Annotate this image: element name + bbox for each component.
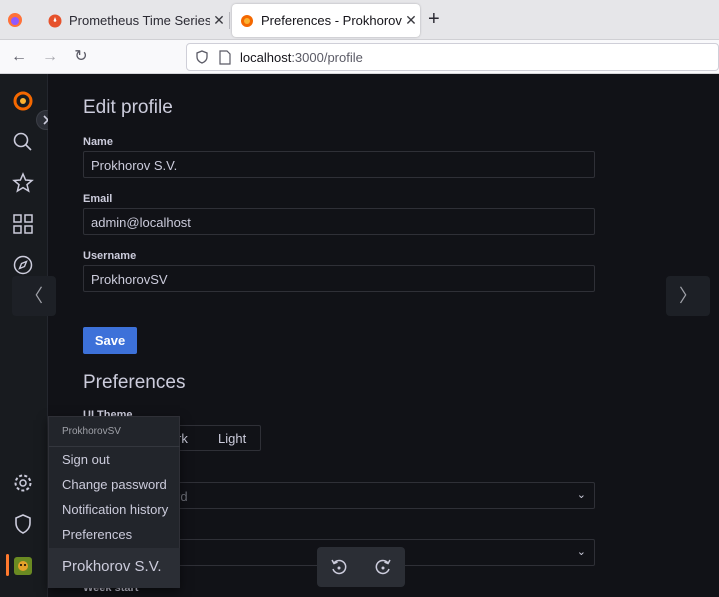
- close-tab-icon[interactable]: ✕: [210, 12, 228, 29]
- url-bar[interactable]: localhost:3000/profile: [186, 43, 719, 71]
- chevron-down-icon: ⌄: [576, 489, 586, 501]
- reload-button[interactable]: ↻: [71, 47, 91, 67]
- back-button[interactable]: ←: [9, 47, 29, 67]
- browser-tab-bar: Prometheus Time Series ✕ Preferences - P…: [0, 0, 719, 40]
- name-field[interactable]: Prokhorov S.V.: [83, 151, 595, 178]
- browser-nav-bar: ← → ↻ localhost:3000/profile: [0, 40, 719, 74]
- rotate-right-icon[interactable]: [373, 557, 393, 577]
- explore-compass-icon[interactable]: [12, 254, 36, 278]
- tab-title: Preferences - Prokhorov: [261, 13, 402, 28]
- grafana-sidebar: [0, 74, 48, 597]
- firefox-icon[interactable]: [7, 12, 23, 28]
- tab-preferences[interactable]: Preferences - Prokhorov ✕: [232, 4, 420, 37]
- menu-item-change-password[interactable]: Change password: [62, 477, 167, 492]
- menu-username: ProkhorovSV: [62, 426, 121, 437]
- name-label: Name: [83, 136, 113, 148]
- search-icon[interactable]: [12, 131, 36, 155]
- shield-admin-icon[interactable]: [12, 513, 36, 537]
- menu-item-preferences[interactable]: Preferences: [62, 527, 132, 542]
- active-indicator: [6, 554, 9, 576]
- chevron-down-icon: ⌄: [576, 546, 586, 558]
- shield-icon[interactable]: [195, 50, 209, 64]
- dashboards-icon[interactable]: [12, 213, 36, 237]
- email-field[interactable]: admin@localhost: [83, 208, 595, 235]
- next-arrow-button[interactable]: 〉: [666, 276, 710, 316]
- new-tab-button[interactable]: +: [428, 9, 440, 29]
- url-path: :3000/profile: [291, 50, 363, 65]
- grafana-logo-icon[interactable]: [12, 90, 36, 114]
- user-profile-menu: ProkhorovSV Sign out Change password Not…: [48, 416, 180, 588]
- theme-option-light[interactable]: Light: [218, 431, 246, 446]
- menu-item-notification-history[interactable]: Notification history: [62, 502, 168, 517]
- save-button[interactable]: Save: [83, 327, 137, 354]
- tab-prometheus[interactable]: Prometheus Time Series ✕: [40, 4, 228, 37]
- rotate-left-icon[interactable]: [329, 557, 349, 577]
- close-tab-icon[interactable]: ✕: [402, 12, 420, 29]
- username-field[interactable]: ProkhorovSV: [83, 265, 595, 292]
- menu-divider: [49, 446, 180, 447]
- menu-header-user[interactable]: Prokhorov S.V.: [49, 548, 180, 588]
- forward-button[interactable]: →: [40, 47, 60, 67]
- url-text[interactable]: localhost:3000/profile: [240, 50, 363, 65]
- star-icon[interactable]: [12, 172, 36, 196]
- edit-profile-title: Edit profile: [83, 97, 173, 118]
- email-label: Email: [83, 193, 113, 205]
- tab-separator: [229, 12, 230, 29]
- page-icon: [219, 50, 231, 65]
- tab-title: Prometheus Time Series: [69, 13, 210, 28]
- menu-display-name: Prokhorov S.V.: [62, 558, 162, 575]
- prometheus-icon: [48, 14, 62, 27]
- menu-item-sign-out[interactable]: Sign out: [62, 452, 110, 467]
- username-label: Username: [83, 250, 137, 262]
- gear-icon[interactable]: [12, 472, 36, 496]
- grafana-icon: [241, 14, 253, 27]
- floating-toolbar: [317, 547, 405, 587]
- preferences-title: Preferences: [83, 372, 186, 393]
- avatar[interactable]: [12, 555, 36, 579]
- url-host: localhost: [240, 50, 292, 65]
- prev-arrow-button[interactable]: 〈: [12, 276, 56, 316]
